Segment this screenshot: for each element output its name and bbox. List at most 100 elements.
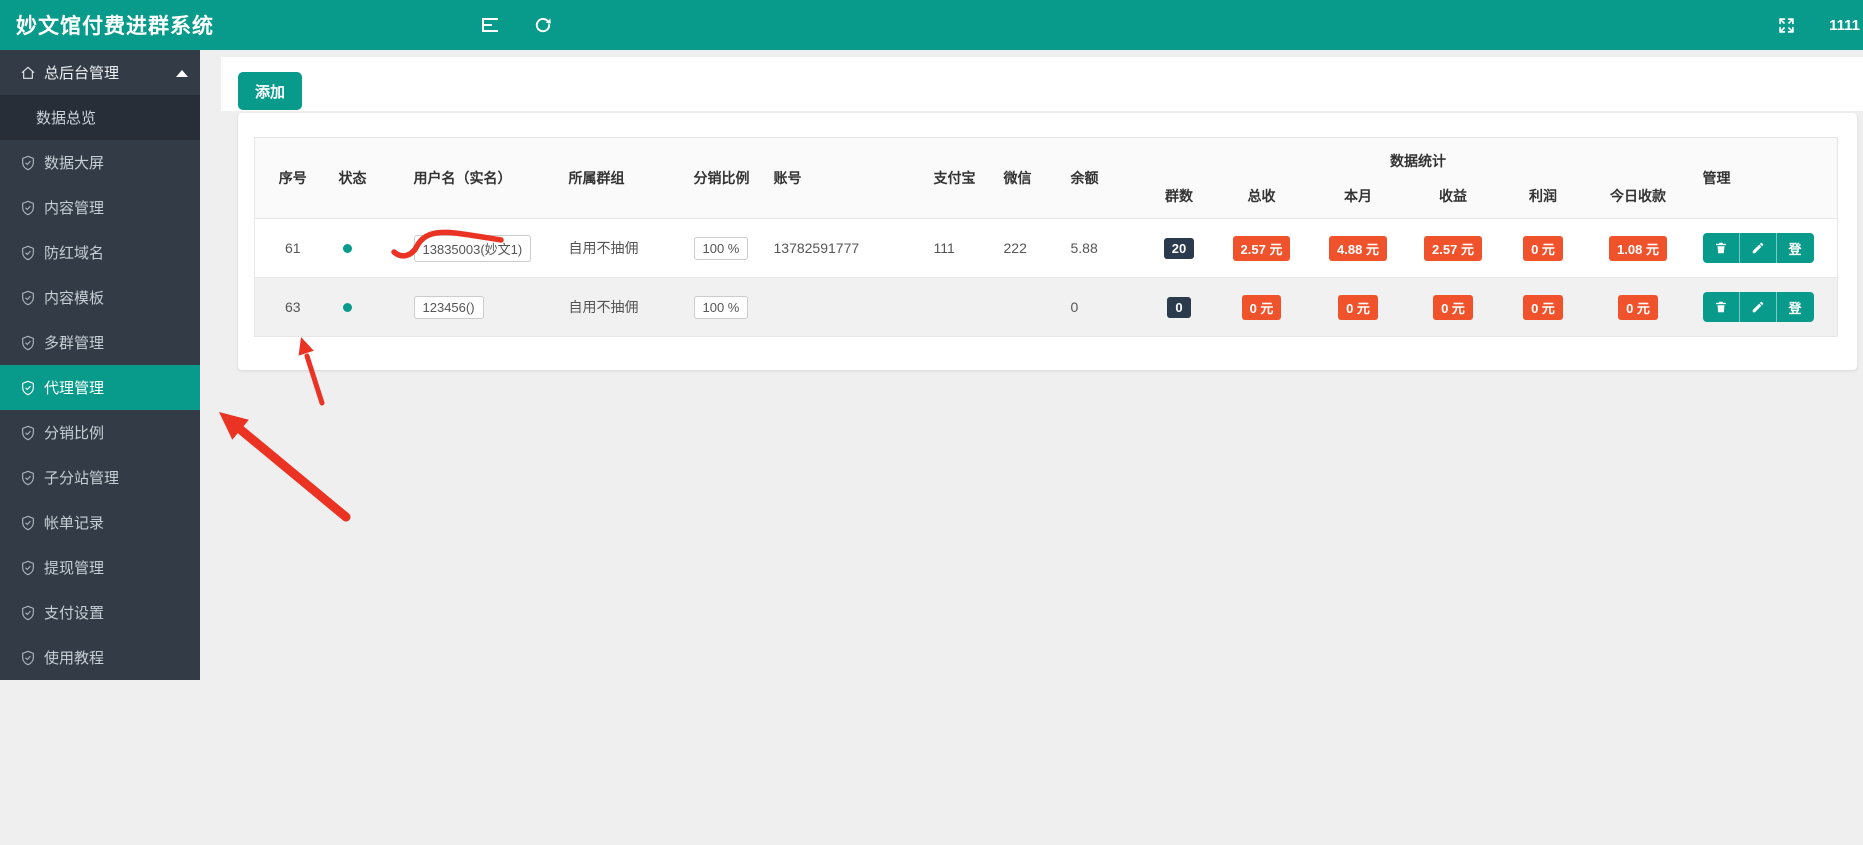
earnings-badge: 2.57 元 [1424,235,1482,261]
delete-button[interactable] [1702,233,1740,263]
login-as-button[interactable]: 登 [1776,292,1814,322]
ratio-box[interactable]: 100 % [693,295,749,319]
pencil-icon [1752,301,1763,313]
cell-groups-count: 20 [1146,219,1213,278]
today-income-badge: 1.08 元 [1609,235,1667,261]
col-header-balance: 余额 [1062,137,1146,219]
sidebar-item-label: 使用教程 [44,650,105,667]
add-button[interactable]: 添加 [238,72,302,110]
cell-today-income: 1.08 元 [1586,219,1691,278]
sidebar-item-label: 子分站管理 [44,470,120,487]
trash-icon [1715,242,1726,254]
cell-username: 13835003(妙文1) [406,219,561,278]
sidebar-item-9[interactable]: 子分站管理 [0,455,200,500]
edit-button[interactable] [1739,292,1777,322]
sidebar-item-label: 帐单记录 [44,515,105,532]
sidebar-item-0[interactable]: 总后台管理 [0,50,200,95]
sidebar-item-2[interactable]: 数据大屏 [0,140,200,185]
sidebar-item-7[interactable]: 代理管理 [0,365,200,410]
cell-account [766,278,926,337]
username-box[interactable]: 13835003(妙文1) [413,234,532,262]
cell-total-income: 0 元 [1213,278,1311,337]
sidebar-item-3[interactable]: 内容管理 [0,185,200,230]
sidebar-item-1[interactable]: 数据总览 [0,95,200,140]
col-header-alipay: 支付宝 [925,137,996,219]
sidebar-item-10[interactable]: 帐单记录 [0,500,200,545]
sidebar-item-6[interactable]: 多群管理 [0,320,200,365]
shield-check-icon [22,290,34,305]
sidebar-item-12[interactable]: 支付设置 [0,590,200,635]
sidebar-item-4[interactable]: 防红域名 [0,230,200,275]
refresh-icon[interactable] [525,0,561,50]
col-header-wechat: 微信 [995,137,1063,219]
sidebar-item-label: 数据总览 [36,110,97,127]
sidebar-item-label: 总后台管理 [44,65,120,82]
edit-button[interactable] [1739,233,1777,263]
cell-today-income: 0 元 [1586,278,1691,337]
sidebar-item-11[interactable]: 提现管理 [0,545,200,590]
content-toolbar-strip [221,57,1863,111]
status-dot [342,303,352,312]
trash-icon [1715,301,1726,313]
cell-actions: 登 [1691,219,1838,278]
sidebar-item-label: 防红域名 [44,245,105,262]
status-dot [342,244,352,253]
cell-balance: 0 [1070,299,1079,315]
col-header-month-income: 本月 [1310,183,1406,219]
red-arrow-large [219,412,351,522]
sidebar-item-13[interactable]: 使用教程 [0,635,200,680]
cell-ratio: 100 % [686,219,766,278]
total-income-badge: 2.57 元 [1232,235,1291,261]
sidebar-item-8[interactable]: 分销比例 [0,410,200,455]
sidebar-item-label: 支付设置 [44,605,105,622]
earnings-badge: 0 元 [1433,294,1473,320]
home-icon [21,66,35,79]
groups-count-badge: 20 [1163,237,1195,259]
app-title: 妙文馆付费进群系统 [16,15,214,38]
user-badge[interactable]: 1111 [1829,0,1860,50]
shield-check-icon [22,470,34,485]
sidebar-item-5[interactable]: 内容模板 [0,275,200,320]
cell-balance: 5.88 [1070,240,1098,256]
shield-check-icon [22,245,34,260]
fullscreen-icon[interactable] [1768,0,1804,50]
ratio-box[interactable]: 100 % [693,236,749,260]
profit-badge: 0 元 [1523,294,1563,320]
cell-earnings: 0 元 [1406,278,1501,337]
delete-button[interactable] [1702,292,1740,322]
cell-month-income: 4.88 元 [1311,219,1406,278]
col-header-ratio: 分销比例 [685,137,766,219]
shield-check-icon [22,380,34,395]
cell-profit: 0 元 [1501,219,1586,278]
col-header-username: 用户名（实名） [405,137,561,219]
shield-check-icon [22,200,34,215]
sidebar-item-label: 内容模板 [44,290,105,307]
login-as-button[interactable]: 登 [1776,233,1814,263]
cell-wechat [996,278,1063,337]
cell-ratio: 100 % [686,278,766,337]
cell-actions: 登 [1691,278,1838,337]
sidebar-toggle-icon[interactable] [473,0,509,50]
cell-total-income: 2.57 元 [1213,219,1311,278]
sidebar-item-label: 代理管理 [44,380,105,397]
col-header-account: 账号 [765,137,926,219]
shield-check-icon [22,605,34,620]
profit-badge: 0 元 [1523,235,1563,261]
cell-status [331,219,406,278]
cell-alipay [926,278,996,337]
cell-groups-count: 0 [1146,278,1213,337]
shield-check-icon [22,560,34,575]
col-header-manage: 管理 [1690,137,1838,219]
cell-group: 自用不抽佣 [568,299,639,315]
shield-check-icon [22,155,34,170]
sidebar-item-label: 提现管理 [44,560,105,577]
col-header-index: 序号 [254,137,331,219]
username-box[interactable]: 123456() [413,295,484,319]
top-header-bar: 妙文馆付费进群系统 1111 [0,0,1863,50]
table-row-61: 61 13835003(妙文1) 自用不抽佣 100 % 13782591777 111 2… [254,218,1838,278]
agents-table-card: 序号 状态 用户名（实名） 所属群组 分销比例 账号 支付宝 微信 余额 数据统… [238,113,1857,370]
cell-username: 123456() [406,278,561,337]
agents-table: 序号 状态 用户名（实名） 所属群组 分销比例 账号 支付宝 微信 余额 数据统… [254,137,1839,337]
pencil-icon [1752,242,1763,254]
cell-wechat: 222 [1003,240,1027,256]
